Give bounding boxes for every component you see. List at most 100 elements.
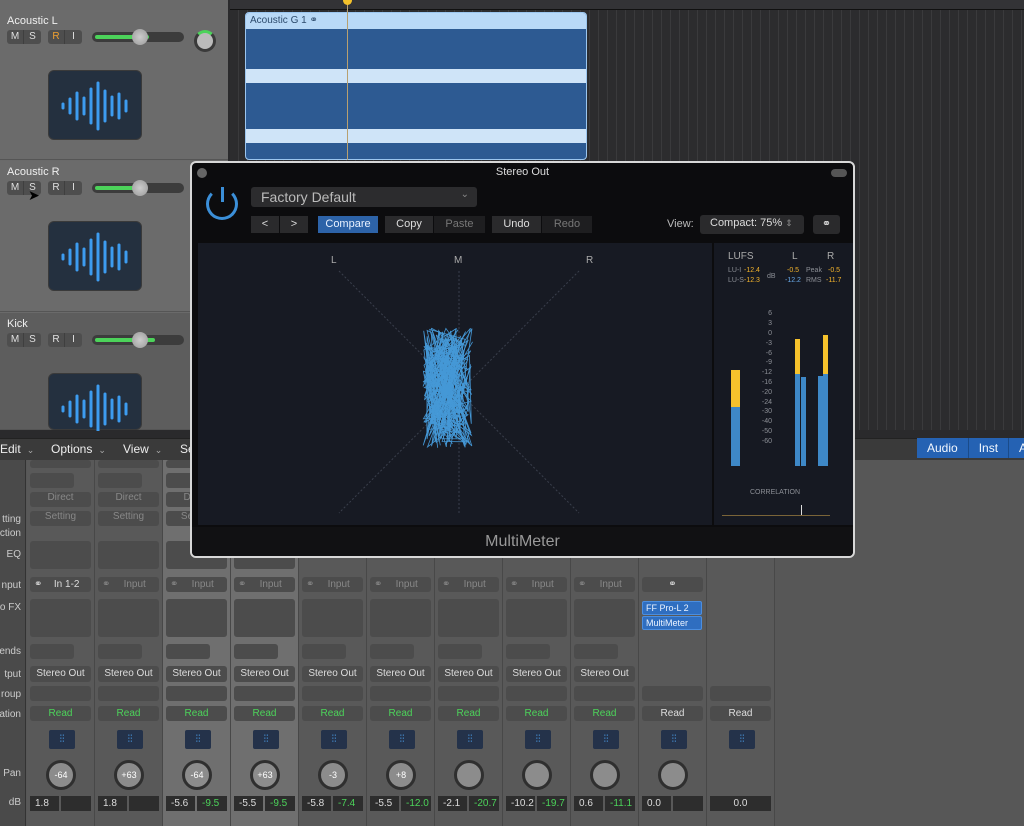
- playhead[interactable]: [347, 0, 348, 160]
- pan-knob[interactable]: +63: [250, 760, 280, 790]
- volume-readout[interactable]: -5.5: [370, 796, 399, 811]
- input-monitor-button[interactable]: I: [65, 181, 82, 195]
- volume-readout[interactable]: 1.8: [98, 796, 127, 811]
- copy-button[interactable]: Copy: [385, 216, 433, 233]
- compare-button[interactable]: Compare: [318, 216, 378, 233]
- group-slot[interactable]: [166, 686, 227, 701]
- output-slot[interactable]: Stereo Out: [370, 666, 431, 682]
- audio-fx-slot[interactable]: [438, 599, 499, 637]
- close-button[interactable]: [197, 168, 207, 178]
- edit-menu[interactable]: Edit ⌄: [0, 442, 34, 456]
- preset-dropdown[interactable]: Factory Default ⌄: [251, 187, 477, 207]
- audio-fx-slot[interactable]: [506, 599, 567, 637]
- volume-readout[interactable]: 0.0: [642, 796, 671, 811]
- volume-readout[interactable]: 1.8: [30, 796, 59, 811]
- output-slot[interactable]: Stereo Out: [438, 666, 499, 682]
- output-slot[interactable]: Stereo Out: [506, 666, 567, 682]
- setting-slot[interactable]: [98, 473, 142, 488]
- volume-readout[interactable]: -5.5: [234, 796, 263, 811]
- setting-button[interactable]: Setting: [98, 511, 159, 526]
- audio-fx-slot[interactable]: [302, 599, 363, 637]
- audio-fx-slot[interactable]: [30, 599, 91, 637]
- automation-mode[interactable]: Read: [98, 706, 159, 721]
- input-slot[interactable]: ⚭ Input: [574, 577, 635, 592]
- tab-inst[interactable]: Inst: [968, 438, 1010, 458]
- send-slot[interactable]: [574, 644, 618, 659]
- send-slot[interactable]: [506, 644, 550, 659]
- volume-slider[interactable]: [92, 29, 184, 45]
- volume-readout[interactable]: -2.1: [438, 796, 467, 811]
- prev-preset-button[interactable]: <: [251, 216, 279, 233]
- send-slot[interactable]: [98, 644, 142, 659]
- audio-fx-slot[interactable]: [574, 599, 635, 637]
- pan-knob[interactable]: -64: [46, 760, 76, 790]
- automation-mode[interactable]: Read: [370, 706, 431, 721]
- input-slot[interactable]: ⚭ In 1-2: [30, 577, 91, 592]
- input-slot[interactable]: ⚭ Input: [98, 577, 159, 592]
- group-slot[interactable]: [642, 686, 703, 701]
- solo-button[interactable]: S: [24, 30, 41, 44]
- group-slot[interactable]: [302, 686, 363, 701]
- automation-mode[interactable]: Read: [642, 706, 703, 721]
- automation-mode[interactable]: Read: [438, 706, 499, 721]
- send-slot[interactable]: [166, 644, 210, 659]
- plugin-window[interactable]: Stereo Out Factory Default ⌄ < > Compare …: [190, 161, 855, 558]
- redo-button[interactable]: Redo: [542, 216, 592, 233]
- output-slot[interactable]: Stereo Out: [234, 666, 295, 682]
- setting-slot[interactable]: [30, 473, 74, 488]
- volume-slider[interactable]: [92, 332, 184, 348]
- record-button[interactable]: R: [48, 30, 65, 44]
- pan-knob[interactable]: +63: [114, 760, 144, 790]
- pan-knob[interactable]: +8: [386, 760, 416, 790]
- input-slot[interactable]: ⚭ Input: [302, 577, 363, 592]
- input-slot[interactable]: ⚭ Input: [370, 577, 431, 592]
- view-menu[interactable]: View ⌄: [123, 442, 162, 456]
- audio-fx-slot[interactable]: [234, 599, 295, 637]
- send-slot[interactable]: [234, 644, 278, 659]
- mute-button[interactable]: M: [7, 333, 24, 347]
- group-slot[interactable]: [574, 686, 635, 701]
- output-slot[interactable]: Stereo Out: [574, 666, 635, 682]
- paste-button[interactable]: Paste: [434, 216, 485, 233]
- send-slot[interactable]: [30, 644, 74, 659]
- pan-knob[interactable]: [454, 760, 484, 790]
- record-button[interactable]: R: [48, 333, 65, 347]
- audio-fx-slot[interactable]: [166, 599, 227, 637]
- input-slot[interactable]: ⚭ Input: [438, 577, 499, 592]
- group-slot[interactable]: [370, 686, 431, 701]
- automation-mode[interactable]: Read: [30, 706, 91, 721]
- input-slot[interactable]: ⚭ Input: [506, 577, 567, 592]
- pan-knob[interactable]: [590, 760, 620, 790]
- send-slot[interactable]: [370, 644, 414, 659]
- pan-knob[interactable]: [658, 760, 688, 790]
- record-button[interactable]: R: [48, 181, 65, 195]
- volume-slider[interactable]: [92, 180, 184, 196]
- audio-fx-slot[interactable]: [98, 599, 159, 637]
- solo-button[interactable]: S: [24, 333, 41, 347]
- automation-mode[interactable]: Read: [166, 706, 227, 721]
- options-menu[interactable]: Options ⌄: [51, 442, 106, 456]
- volume-readout[interactable]: -10.2: [506, 796, 535, 811]
- link-icon[interactable]: ⚭: [813, 215, 840, 234]
- undo-button[interactable]: Undo: [492, 216, 541, 233]
- automation-mode[interactable]: Read: [710, 706, 771, 721]
- group-slot[interactable]: [710, 686, 771, 701]
- track-acoustic-l[interactable]: Acoustic L MS RI: [0, 10, 228, 160]
- pan-knob[interactable]: -3: [318, 760, 348, 790]
- view-size-dropdown[interactable]: Compact: 75% ⇕: [700, 215, 804, 234]
- volume-readout[interactable]: -5.8: [302, 796, 331, 811]
- output-slot[interactable]: Stereo Out: [166, 666, 227, 682]
- output-slot[interactable]: Stereo Out: [98, 666, 159, 682]
- automation-mode[interactable]: Read: [506, 706, 567, 721]
- input-slot[interactable]: ⚭: [642, 577, 703, 592]
- input-slot[interactable]: ⚭ Input: [234, 577, 295, 592]
- minimize-button[interactable]: [831, 169, 847, 177]
- next-preset-button[interactable]: >: [280, 216, 308, 233]
- pan-knob[interactable]: [194, 30, 216, 52]
- volume-readout[interactable]: 0.6: [574, 796, 603, 811]
- tab-audio[interactable]: Audio: [917, 438, 969, 458]
- direct-button[interactable]: Direct: [30, 492, 91, 507]
- input-monitor-button[interactable]: I: [65, 333, 82, 347]
- group-slot[interactable]: [506, 686, 567, 701]
- automation-mode[interactable]: Read: [574, 706, 635, 721]
